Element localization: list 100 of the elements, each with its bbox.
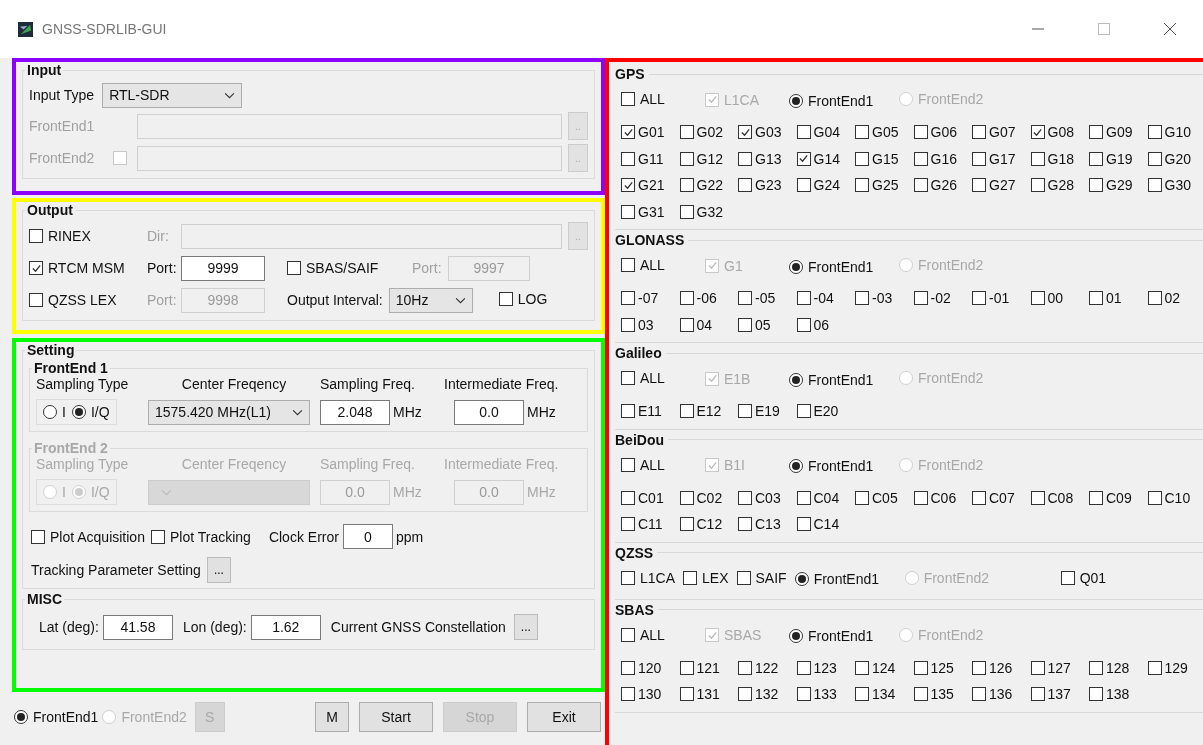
checkbox[interactable]: C13 [738, 516, 781, 533]
checkbox[interactable]: -07 [621, 290, 659, 307]
checkbox[interactable]: G05 [855, 124, 899, 141]
checkbox[interactable]: G29 [1089, 177, 1133, 194]
frequency-dropdown[interactable]: 1575.420 MHz(L1) [148, 399, 310, 425]
checkbox[interactable]: C10 [1147, 489, 1191, 506]
checkbox[interactable]: 133 [796, 686, 837, 703]
checkbox[interactable]: G20 [1147, 150, 1191, 167]
checkbox[interactable]: 02 [1147, 290, 1181, 307]
checkbox[interactable]: G03 [738, 124, 782, 141]
constellation-button[interactable]: ... [513, 614, 538, 640]
latitude-field[interactable]: 41.58 [102, 614, 173, 640]
file-path-field[interactable] [137, 113, 562, 139]
checkbox[interactable]: 00 [1030, 290, 1064, 307]
file-path-field[interactable] [137, 145, 562, 171]
checkbox[interactable]: ALL [621, 257, 665, 273]
checkbox[interactable]: G24 [796, 177, 840, 194]
clock-error-field[interactable]: 0 [342, 524, 393, 549]
checkbox[interactable]: 06 [796, 316, 830, 333]
checkbox[interactable]: G30 [1147, 177, 1191, 194]
checkbox[interactable]: C08 [1030, 489, 1074, 506]
checkbox[interactable]: 137 [1030, 686, 1071, 703]
checkbox[interactable]: E12 [679, 403, 722, 420]
checkbox[interactable]: G16 [913, 150, 957, 167]
checkbox[interactable]: G17 [972, 150, 1016, 167]
checkbox[interactable]: 136 [972, 686, 1013, 703]
directory-field[interactable] [181, 223, 562, 249]
radio-button[interactable]: FrontEnd1 [794, 571, 879, 587]
checkbox[interactable]: 122 [738, 659, 779, 676]
checkbox[interactable]: SBAS/SAIF [287, 260, 379, 276]
checkbox[interactable]: G12 [679, 150, 723, 167]
checkbox[interactable]: L1CA [621, 569, 676, 586]
checkbox[interactable]: -03 [855, 290, 893, 307]
checkbox[interactable]: G21 [621, 177, 665, 194]
checkbox[interactable]: G27 [972, 177, 1016, 194]
checkbox[interactable]: G06 [913, 124, 957, 141]
checkbox[interactable]: 131 [679, 686, 720, 703]
action-button[interactable]: M [315, 702, 349, 732]
checkbox[interactable]: C01 [621, 489, 664, 506]
checkbox[interactable]: G14 [796, 150, 840, 167]
radio-button[interactable]: FrontEnd1 [14, 709, 99, 725]
checkbox[interactable]: G08 [1030, 124, 1074, 141]
action-button[interactable]: Start [359, 702, 433, 732]
checkbox[interactable]: G19 [1089, 150, 1133, 167]
checkbox[interactable]: G07 [972, 124, 1016, 141]
checkbox[interactable]: C05 [855, 489, 898, 506]
checkbox[interactable]: G10 [1147, 124, 1191, 141]
checkbox[interactable]: 01 [1089, 290, 1122, 307]
checkbox[interactable]: C12 [679, 516, 723, 533]
radio-button[interactable]: FrontEnd1 [789, 371, 874, 388]
checkbox[interactable]: 05 [738, 316, 771, 333]
checkbox[interactable]: -04 [796, 290, 834, 307]
frequency-dropdown[interactable] [148, 479, 310, 505]
checkbox[interactable]: -02 [913, 290, 951, 307]
checkbox[interactable]: C07 [972, 489, 1015, 506]
action-button[interactable]: Exit [527, 702, 601, 732]
checkbox[interactable]: E11 [621, 403, 662, 420]
checkbox[interactable]: C09 [1089, 489, 1132, 506]
radio-button[interactable]: FrontEnd1 [789, 258, 874, 275]
checkbox[interactable]: C06 [913, 489, 957, 506]
frequency-field[interactable]: 2.048 [320, 399, 390, 425]
checkbox[interactable]: G04 [796, 124, 840, 141]
checkbox[interactable]: Plot Tracking [150, 528, 251, 545]
checkbox[interactable]: ALL [621, 626, 665, 643]
checkbox[interactable]: RINEX [29, 228, 91, 244]
checkbox[interactable]: -06 [679, 290, 717, 307]
checkbox[interactable]: C04 [796, 489, 840, 506]
checkbox[interactable]: G26 [913, 177, 957, 194]
checkbox[interactable]: 138 [1089, 686, 1130, 703]
radio-button[interactable]: FrontEnd1 [789, 628, 874, 644]
checkbox[interactable]: C02 [679, 489, 723, 506]
interval-dropdown[interactable]: 10Hz [388, 287, 473, 313]
radio-button[interactable]: I/Q [71, 404, 110, 420]
checkbox[interactable]: G01 [621, 124, 665, 141]
checkbox[interactable]: 129 [1147, 659, 1188, 676]
checkbox[interactable]: 126 [972, 659, 1013, 676]
checkbox[interactable]: 03 [621, 316, 654, 333]
checkbox[interactable]: G11 [621, 150, 664, 167]
checkbox[interactable]: G09 [1089, 124, 1133, 141]
checkbox[interactable]: 130 [621, 686, 662, 703]
checkbox[interactable]: G32 [679, 203, 723, 220]
checkbox[interactable]: 125 [913, 659, 954, 676]
longitude-field[interactable]: 1.62 [250, 614, 321, 640]
checkbox[interactable]: LEX [683, 569, 729, 586]
checkbox[interactable]: C14 [796, 516, 840, 533]
checkbox[interactable]: E19 [738, 403, 780, 420]
checkbox[interactable]: G28 [1030, 177, 1074, 194]
radio-button[interactable]: FrontEnd1 [789, 458, 874, 474]
radio-button[interactable]: FrontEnd1 [789, 92, 874, 109]
checkbox[interactable]: G13 [738, 150, 782, 167]
checkbox[interactable]: 134 [855, 686, 896, 703]
checkbox[interactable]: RTCM MSM [29, 260, 125, 276]
checkbox[interactable]: G23 [738, 177, 782, 194]
checkbox[interactable]: 121 [679, 659, 720, 676]
checkbox[interactable]: 127 [1030, 659, 1071, 676]
checkbox[interactable]: ALL [621, 91, 665, 107]
checkbox[interactable]: C11 [621, 516, 663, 533]
checkbox[interactable]: 04 [679, 316, 713, 333]
checkbox[interactable]: 128 [1089, 659, 1130, 676]
checkbox[interactable]: -05 [738, 290, 776, 307]
